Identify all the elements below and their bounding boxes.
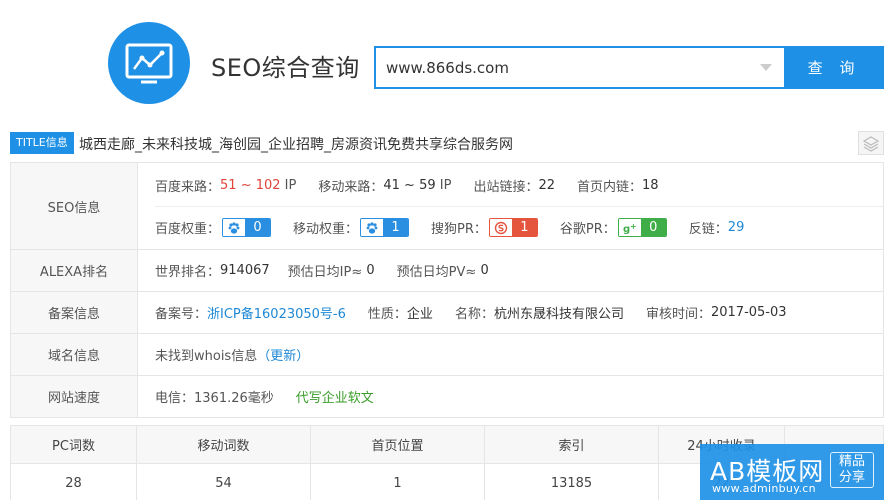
header-index: 索引 bbox=[485, 426, 659, 463]
telecom-speed: 电信：1361.26毫秒 bbox=[155, 391, 274, 406]
audit-time-label: 审核时间： bbox=[645, 307, 711, 322]
baidu-traffic-label: 百度来路： bbox=[155, 179, 221, 195]
value-mobile-words[interactable]: 54 bbox=[137, 464, 311, 500]
watermark-url: www.adminbuy.cn bbox=[712, 482, 816, 495]
daily-ip-label: 预估日均IP≈ bbox=[287, 265, 363, 280]
google-pr-badge[interactable]: g + 0 bbox=[617, 218, 667, 237]
speed-row: 网站速度 电信：1361.26毫秒 代写企业软文 bbox=[11, 375, 883, 417]
outbound-links-value[interactable]: 22 bbox=[538, 178, 555, 193]
backlinks-label: 反链： bbox=[688, 222, 728, 237]
outbound-links-label: 出站链接： bbox=[473, 179, 539, 195]
value-index[interactable]: 13185 bbox=[485, 464, 659, 500]
traffic-line: 百度来路： 51 ~ 102 IP 移动来路： 41 ~ 59 IP 出站链接：… bbox=[155, 164, 883, 206]
whois-text: 未找到whois信息 bbox=[155, 349, 258, 364]
weight-line: 百度权重： 0 移动权重： 1 搜狗PR： 1 谷歌PR： g + 0 反链： … bbox=[155, 206, 883, 248]
watermark-side-line1: 精品 bbox=[838, 454, 865, 469]
header-pc-words: PC词数 bbox=[11, 426, 137, 463]
baidu-paw-icon bbox=[361, 219, 384, 236]
nature-value: 企业 bbox=[406, 307, 433, 322]
watermark-side-line2: 分享 bbox=[838, 470, 865, 485]
value-pc-words[interactable]: 28 bbox=[11, 464, 137, 500]
nature-label: 性质： bbox=[367, 307, 407, 322]
google-pr-value: 0 bbox=[640, 219, 666, 236]
watermark-side-box: 精品 分享 bbox=[830, 452, 874, 488]
company-name-label: 名称： bbox=[454, 307, 494, 322]
baidu-traffic-value[interactable]: 51 ~ 102 bbox=[220, 178, 281, 193]
domain-row: 域名信息 未找到whois信息 （更新） bbox=[11, 333, 883, 375]
sogou-s-icon bbox=[489, 219, 512, 236]
daily-pv-value: 0 bbox=[480, 263, 489, 278]
monitor-chart-icon bbox=[125, 43, 173, 84]
seo-info-table: SEO信息 百度来路： 51 ~ 102 IP 移动来路： 41 ~ 59 IP… bbox=[10, 162, 884, 418]
chevron-down-icon[interactable] bbox=[760, 64, 772, 71]
title-tag: TITLE信息 bbox=[10, 132, 74, 154]
search-input-value[interactable]: www.866ds.com bbox=[386, 59, 509, 77]
google-plus-icon: g + bbox=[618, 219, 641, 236]
inner-links-label: 首页内链： bbox=[577, 179, 643, 195]
header-home-position: 首页位置 bbox=[311, 426, 485, 463]
beian-number-label: 备案号： bbox=[155, 307, 208, 322]
mobile-traffic-value[interactable]: 41 ~ 59 bbox=[383, 178, 435, 193]
baidu-weight-label: 百度权重： bbox=[155, 222, 221, 237]
search-input[interactable]: www.866ds.com bbox=[374, 46, 784, 89]
mobile-weight-value: 1 bbox=[383, 219, 409, 236]
header-mobile-words: 移动词数 bbox=[137, 426, 311, 463]
svg-text:+: + bbox=[630, 222, 637, 231]
inner-links-value[interactable]: 18 bbox=[642, 178, 659, 193]
daily-pv-label: 预估日均PV≈ bbox=[396, 265, 477, 280]
company-name-value: 杭州东晟科技有限公司 bbox=[493, 307, 624, 322]
alexa-label: ALEXA排名 bbox=[11, 250, 138, 291]
beian-row: 备案信息 备案号： 浙ICP备16023050号-6 性质： 企业 名称： 杭州… bbox=[11, 291, 883, 333]
speed-label: 网站速度 bbox=[11, 376, 138, 417]
mobile-traffic-unit: IP bbox=[439, 177, 452, 193]
world-rank-value: 914067 bbox=[220, 263, 270, 278]
sogou-pr-badge[interactable]: 1 bbox=[488, 218, 538, 237]
logo bbox=[108, 22, 190, 104]
sogou-pr-label: 搜狗PR： bbox=[431, 222, 487, 237]
baidu-traffic-unit: IP bbox=[284, 177, 297, 193]
world-rank-label: 世界排名： bbox=[155, 265, 221, 280]
beian-label: 备案信息 bbox=[11, 292, 138, 333]
seo-info-label: SEO信息 bbox=[11, 163, 138, 249]
seo-info-row: SEO信息 百度来路： 51 ~ 102 IP 移动来路： 41 ~ 59 IP… bbox=[11, 163, 883, 249]
baidu-weight-badge[interactable]: 0 bbox=[222, 218, 272, 237]
search-button[interactable]: 查 询 bbox=[784, 46, 884, 89]
site-title-text: 城西走廊_未来科技城_海创园_企业招聘_房源资讯免费共享综合服务网 bbox=[79, 137, 513, 153]
backlinks-link[interactable]: 29 bbox=[728, 220, 745, 235]
watermark-logo: AB模板网 精品 分享 www.adminbuy.cn bbox=[700, 444, 884, 500]
whois-update-link[interactable]: （更新） bbox=[257, 345, 309, 364]
google-pr-label: 谷歌PR： bbox=[559, 222, 616, 237]
page-title: SEO综合查询 bbox=[211, 54, 360, 82]
mobile-weight-badge[interactable]: 1 bbox=[360, 218, 410, 237]
mobile-weight-label: 移动权重： bbox=[293, 222, 359, 237]
baidu-paw-icon bbox=[223, 219, 246, 236]
ad-link[interactable]: 代写企业软文 bbox=[296, 387, 374, 406]
mobile-traffic-label: 移动来路： bbox=[318, 179, 384, 195]
stack-icon[interactable] bbox=[858, 131, 884, 155]
daily-ip-value: 0 bbox=[366, 263, 375, 278]
beian-number-link[interactable]: 浙ICP备16023050号-6 bbox=[207, 303, 346, 322]
baidu-weight-value: 0 bbox=[245, 219, 271, 236]
audit-time-value: 2017-05-03 bbox=[710, 305, 787, 320]
alexa-row: ALEXA排名 世界排名： 914067 预估日均IP≈ 0 预估日均PV≈ 0 bbox=[11, 249, 883, 291]
sogou-pr-value: 1 bbox=[511, 219, 537, 236]
value-home-position: 1 bbox=[311, 464, 485, 500]
domain-label: 域名信息 bbox=[11, 334, 138, 375]
